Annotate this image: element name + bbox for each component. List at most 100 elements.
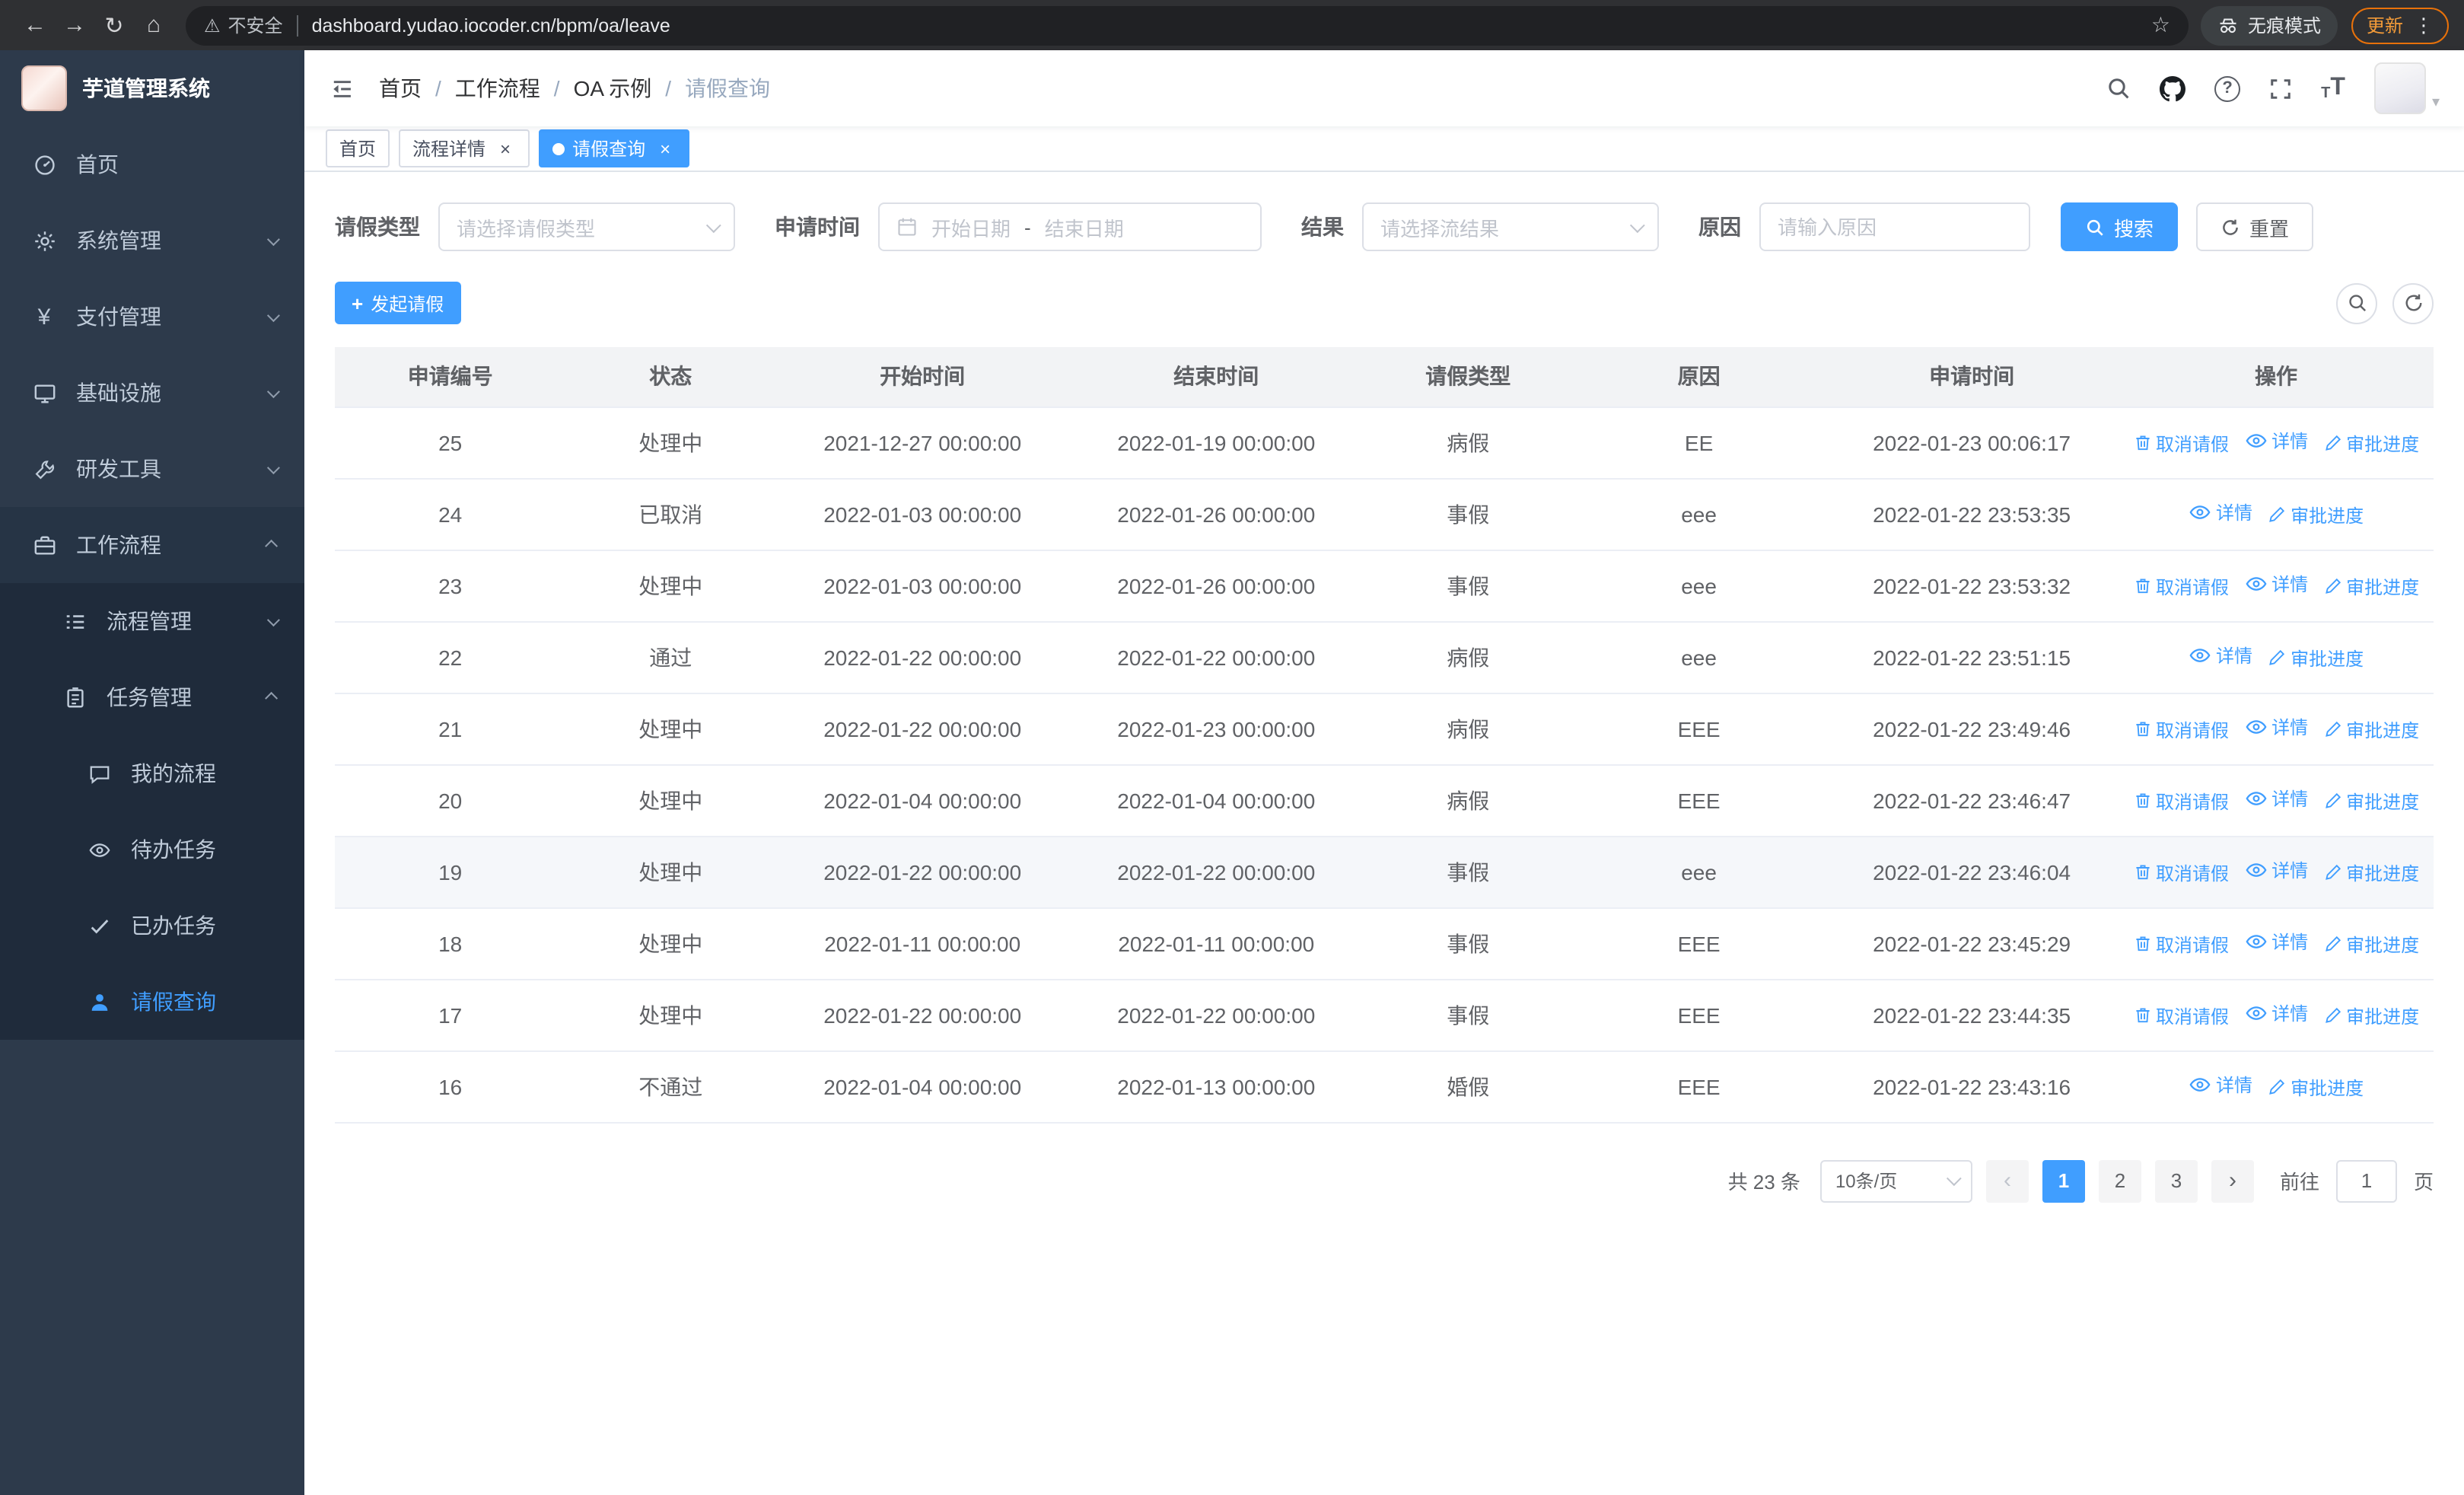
user-menu[interactable]: ▾: [2373, 62, 2440, 114]
table-row: 19 处理中 2022-01-22 00:00:00 2022-01-22 00:00…: [335, 836, 2434, 908]
breadcrumb-item[interactable]: OA 示例: [574, 73, 652, 104]
fullscreen-icon[interactable]: [2269, 77, 2292, 100]
briefcase-icon: [30, 534, 58, 556]
header-search-icon[interactable]: [2106, 76, 2131, 100]
action-detail[interactable]: 详情: [2244, 571, 2308, 597]
action-detail[interactable]: 详情: [2189, 642, 2252, 668]
date-range-picker[interactable]: 开始日期 - 结束日期: [878, 202, 1262, 251]
sidebar-item-process-mgmt[interactable]: 流程管理: [0, 583, 304, 659]
sidebar-item-my-process[interactable]: 我的流程: [0, 735, 304, 811]
action-label: 详情: [2216, 1075, 2253, 1096]
sidebar-item-system[interactable]: 系统管理: [0, 202, 304, 279]
action-progress[interactable]: 审批进度: [2323, 788, 2419, 814]
home-icon[interactable]: ⌂: [134, 5, 173, 45]
action-progress[interactable]: 审批进度: [2268, 1074, 2364, 1100]
cell-end: 2022-01-22 00:00:00: [1069, 621, 1364, 693]
breadcrumb-item[interactable]: 工作流程: [455, 73, 540, 104]
action-detail[interactable]: 详情: [2244, 786, 2308, 811]
cell-reason: EEE: [1573, 1050, 1826, 1123]
action-progress[interactable]: 审批进度: [2323, 931, 2419, 957]
page-button-3[interactable]: 3: [2154, 1159, 2198, 1202]
action-progress[interactable]: 审批进度: [2268, 645, 2364, 671]
result-select[interactable]: 请选择流结果: [1362, 202, 1659, 251]
sidebar-item-task-mgmt[interactable]: 任务管理: [0, 659, 304, 735]
action-cancel[interactable]: 取消请假: [2133, 859, 2229, 885]
update-button[interactable]: 更新 ⋮: [2351, 7, 2449, 43]
cell-reason: eee: [1573, 478, 1826, 550]
sidebar-item-label: 支付管理: [76, 304, 161, 329]
create-leave-button[interactable]: + 发起请假: [335, 282, 461, 324]
action-progress[interactable]: 审批进度: [2323, 430, 2419, 456]
tab-process-detail[interactable]: 流程详情 ×: [399, 129, 530, 167]
leave-type-select[interactable]: 请选择请假类型: [438, 202, 735, 251]
action-cancel[interactable]: 取消请假: [2133, 931, 2229, 957]
action-progress[interactable]: 审批进度: [2323, 1003, 2419, 1028]
goto-label: 前往: [2279, 1171, 2319, 1194]
action-detail[interactable]: 详情: [2189, 1072, 2252, 1098]
sidebar-item-todo-task[interactable]: 待办任务: [0, 811, 304, 888]
sidebar-item-workflow[interactable]: 工作流程: [0, 507, 304, 583]
forward-icon[interactable]: →: [55, 5, 94, 45]
sidebar-item-label: 系统管理: [76, 228, 161, 253]
reason-input[interactable]: [1759, 202, 2030, 251]
page-size-select[interactable]: 10条/页: [1819, 1159, 1972, 1202]
sidebar-item-label: 已办任务: [131, 913, 216, 938]
tab-home[interactable]: 首页: [326, 129, 390, 167]
cell-operations: 取消请假 详情 审批进度: [2119, 979, 2434, 1051]
bookmark-star-icon[interactable]: ☆: [2151, 12, 2170, 38]
sidebar-item-infrastructure[interactable]: 基础设施: [0, 355, 304, 431]
breadcrumb-item[interactable]: 首页: [379, 73, 422, 104]
close-icon[interactable]: ×: [495, 138, 516, 159]
action-detail[interactable]: 详情: [2244, 857, 2308, 883]
action-detail[interactable]: 详情: [2244, 1000, 2308, 1026]
eye-icon: [2189, 1073, 2211, 1096]
action-progress[interactable]: 审批进度: [2323, 716, 2419, 742]
cell-apply_time: 2022-01-22 23:46:47: [1825, 764, 2119, 837]
action-detail[interactable]: 详情: [2189, 499, 2252, 525]
action-progress[interactable]: 审批进度: [2323, 859, 2419, 885]
action-cancel[interactable]: 取消请假: [2133, 430, 2229, 456]
action-label: 详情: [2271, 1003, 2309, 1025]
cell-type: 事假: [1363, 836, 1574, 908]
sidebar-item-leave-query[interactable]: 请假查询: [0, 964, 304, 1040]
action-progress[interactable]: 审批进度: [2323, 573, 2419, 599]
browser-menu-kebab-icon[interactable]: ⋮: [2414, 13, 2434, 37]
action-detail[interactable]: 详情: [2244, 428, 2308, 454]
action-cancel[interactable]: 取消请假: [2133, 788, 2229, 814]
close-icon[interactable]: ×: [654, 138, 676, 159]
security-warning-label: 不安全: [228, 15, 283, 37]
back-icon[interactable]: ←: [15, 5, 55, 45]
font-size-icon[interactable]: TT: [2321, 75, 2345, 102]
action-detail[interactable]: 详情: [2244, 929, 2308, 955]
monitor-icon: [30, 381, 58, 404]
sidebar-item-home[interactable]: 首页: [0, 126, 304, 202]
sidebar-item-payment[interactable]: ¥ 支付管理: [0, 279, 304, 355]
sidebar-toggle-icon[interactable]: [329, 75, 355, 101]
sidebar-item-done-task[interactable]: 已办任务: [0, 888, 304, 964]
plus-icon: +: [352, 292, 364, 314]
action-progress[interactable]: 审批进度: [2268, 502, 2364, 528]
goto-page-input[interactable]: [2335, 1159, 2397, 1202]
start-date-placeholder: 开始日期: [931, 217, 1011, 240]
page-button-1[interactable]: 1: [2042, 1159, 2085, 1202]
app-logo[interactable]: 芋道管理系统: [0, 50, 304, 126]
page-button-2[interactable]: 2: [2098, 1159, 2141, 1202]
github-icon[interactable]: [2160, 75, 2186, 101]
search-button[interactable]: 搜索: [2061, 202, 2179, 251]
refresh-table-button[interactable]: [2392, 282, 2434, 324]
reload-icon[interactable]: ↻: [94, 5, 134, 45]
action-cancel[interactable]: 取消请假: [2133, 1003, 2229, 1028]
toggle-search-button[interactable]: [2336, 282, 2377, 324]
action-label: 审批进度: [2291, 648, 2364, 669]
prev-page-button[interactable]: ‹: [1985, 1159, 2029, 1202]
url-bar[interactable]: ⚠ 不安全 dashboard.yudao.iocoder.cn/bpm/oa/…: [186, 5, 2189, 45]
action-cancel[interactable]: 取消请假: [2133, 716, 2229, 742]
action-cancel[interactable]: 取消请假: [2133, 573, 2229, 599]
next-page-button[interactable]: ›: [2211, 1159, 2254, 1202]
tab-leave-query[interactable]: 请假查询 ×: [539, 129, 690, 167]
help-icon[interactable]: ?: [2214, 75, 2241, 101]
sidebar-item-devtools[interactable]: 研发工具: [0, 431, 304, 507]
action-detail[interactable]: 详情: [2244, 714, 2308, 740]
breadcrumb-separator: /: [435, 76, 441, 100]
reset-button[interactable]: 重置: [2196, 202, 2314, 251]
